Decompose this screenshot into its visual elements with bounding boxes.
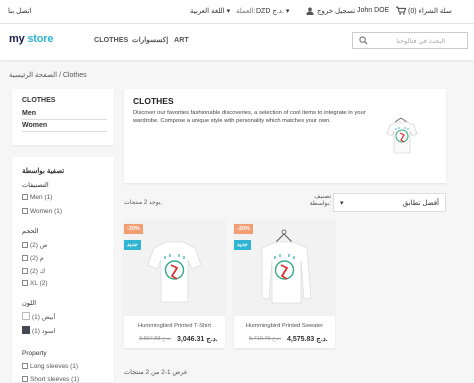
breadcrumb-home[interactable]: الصفحة الرئيسية [9, 72, 57, 79]
filter-option-size-l[interactable]: ك (2) [22, 267, 45, 275]
search-input[interactable]: البحث في فتالوحنا [396, 37, 445, 45]
regular-price: 5,719.79 د.ج. [249, 336, 281, 342]
filter-option-black[interactable]: اسود (1) [22, 326, 55, 335]
filter-option-label: XL (2) [30, 280, 48, 287]
facet-filters: تصفية بواسطة التصنيفات Men (1) Women (1)… [12, 157, 114, 383]
filter-option-women[interactable]: Women (1) [22, 208, 62, 215]
filter-group-color: اللون [22, 300, 37, 307]
filter-option-label: Men (1) [30, 194, 53, 201]
top-bar: اتصل بنا اللغة العربية ▾ العملة: DZD د.ج… [0, 0, 474, 24]
filter-option-men[interactable]: Men (1) [22, 194, 52, 201]
color-swatch-white[interactable] [22, 312, 30, 320]
color-swatch-black[interactable] [22, 326, 30, 334]
cart-icon[interactable] [396, 6, 407, 17]
checkbox[interactable] [22, 268, 28, 274]
filter-option-label: Women (1) [30, 208, 63, 215]
nav-art[interactable]: ART [174, 35, 189, 44]
sort-label: تصنيف بواسطة: [309, 194, 331, 207]
filter-group-categories: التصنيفات [22, 182, 49, 189]
logo-text-my: my [9, 33, 28, 45]
product-price: 4,575.83 د.ج. [287, 336, 328, 343]
checkbox[interactable] [22, 376, 28, 382]
filter-option-size-m[interactable]: م (2) [22, 254, 44, 262]
sort-dropdown[interactable]: ▾ أفضل تطابق [333, 193, 446, 212]
filter-option-label: ك (2) [30, 268, 46, 275]
filter-option-label: م (2) [30, 255, 44, 262]
breadcrumb: الصفحة الرئيسية / Clothes [9, 71, 87, 79]
discount-badge: -20% [124, 224, 143, 234]
filter-option-label: Long sleeves (1) [30, 363, 79, 370]
discount-badge: -20% [234, 224, 253, 234]
search-box[interactable]: البحث في فتالوحنا [352, 32, 468, 49]
product-card[interactable]: -20% جديد Hummingbird Printed Sweater 5,… [234, 220, 335, 348]
product-count: يوجد 2 منتجات. [124, 200, 163, 206]
product-title[interactable]: Hummingbird Printed Sweater [234, 323, 335, 329]
store-logo[interactable]: my store [9, 33, 53, 45]
breadcrumb-separator: / [58, 72, 61, 79]
filter-option-label: أبيض (1) [32, 314, 56, 321]
cart-link[interactable]: سلة الشراء (0) [408, 7, 452, 15]
language-selector[interactable]: اللغة العربية ▾ [190, 7, 230, 15]
category-title[interactable]: CLOTHES [22, 97, 55, 104]
filter-option-long-sleeves[interactable]: Long sleeves (1) [22, 363, 78, 370]
category-banner: CLOTHES Discover our favorites fashionab… [124, 89, 446, 183]
nav-accessories[interactable]: إكسسوارات [132, 35, 168, 44]
category-item-women[interactable]: Women [22, 122, 107, 132]
breadcrumb-current: Clothes [62, 72, 87, 79]
currency-selector[interactable]: DZD د.ج. ▾ [256, 7, 289, 15]
dropdown-caret-icon: ▾ [340, 200, 344, 207]
new-badge: جديد [124, 240, 141, 250]
category-item-men[interactable]: Men [22, 110, 107, 120]
currency-label: العملة: [236, 8, 256, 15]
checkbox[interactable] [22, 194, 28, 200]
user-icon [306, 7, 314, 17]
currency-value: DZD د.ج. [256, 8, 284, 15]
filter-option-size-s[interactable]: ص (2) [22, 241, 48, 249]
filters-title: تصفية بواسطة [22, 168, 65, 175]
banner-description: Discover our favorites fashionable disco… [133, 110, 366, 124]
product-image[interactable] [234, 220, 335, 316]
filter-group-size: الحجم [22, 228, 39, 235]
filter-group-property: Property [22, 350, 47, 357]
chevron-down-icon: ▾ [226, 8, 231, 15]
chevron-down-icon: ▾ [285, 8, 290, 15]
logout-link[interactable]: تسجيل خروج [317, 7, 355, 15]
checkbox[interactable] [22, 280, 28, 286]
language-label: اللغة العربية [190, 8, 225, 15]
regular-price: 3,807.88 د.ج. [139, 336, 171, 342]
filter-option-white[interactable]: أبيض (1) [22, 312, 55, 321]
filter-option-size-xl[interactable]: XL (2) [22, 280, 47, 287]
checkbox[interactable] [22, 208, 28, 214]
sort-value: أفضل تطابق [402, 200, 439, 207]
category-tree: CLOTHES Men Women [12, 89, 114, 145]
checkbox[interactable] [22, 255, 28, 261]
product-image[interactable] [124, 220, 225, 316]
banner-image [382, 103, 422, 159]
filter-option-label: ص (2) [30, 242, 48, 249]
checkbox[interactable] [22, 363, 28, 369]
contact-link[interactable]: اتصل بنا [8, 7, 31, 15]
pagination-summary: عرض 1-2 من 2 منتجات [124, 369, 188, 376]
product-title[interactable]: Hummingbird Printed T-Shirt [124, 323, 225, 329]
product-card[interactable]: -20% جديد Hummingbird Printed T-Shirt 3,… [124, 220, 225, 348]
header: my store CLOTHES إكسسوارات ART البحث في … [0, 24, 474, 60]
banner-title: CLOTHES [133, 96, 174, 106]
product-price: 3,046.31 د.ج. [177, 336, 218, 343]
logo-text-store: store [27, 33, 54, 45]
filter-option-label: اسود (1) [32, 328, 56, 335]
search-icon[interactable] [359, 36, 368, 45]
user-name[interactable]: John DOE [357, 7, 389, 14]
checkbox[interactable] [22, 242, 28, 248]
nav-clothes[interactable]: CLOTHES [94, 35, 128, 44]
new-badge: جديد [234, 240, 251, 250]
